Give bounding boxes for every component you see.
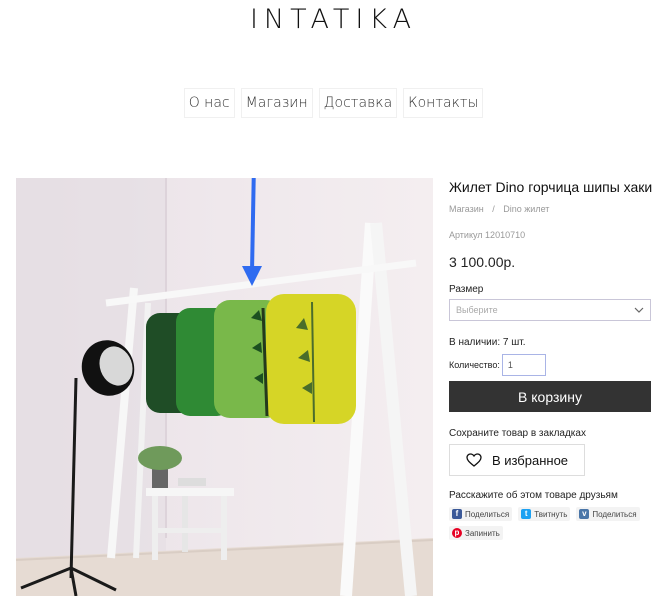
quantity-input[interactable]: 1	[501, 354, 546, 376]
chevron-down-icon	[634, 307, 644, 313]
nav-shop[interactable]: Магазин	[240, 88, 313, 118]
pinterest-icon: p	[452, 528, 462, 538]
breadcrumb: Магазин / Dino жилет	[449, 204, 653, 214]
quantity-row: Количество: 1	[449, 354, 653, 376]
site-logo[interactable]: INTATIKA	[0, 4, 667, 35]
product-info: Жилет Dino горчица шипы хаки Магазин / D…	[449, 178, 653, 540]
product-title: Жилет Dino горчица шипы хаки	[449, 179, 653, 195]
breadcrumb-separator: /	[492, 204, 495, 214]
product-photo[interactable]	[16, 178, 433, 596]
share-twitter-button[interactable]: t Твитнуть	[518, 507, 571, 521]
facebook-icon: f	[452, 509, 462, 519]
size-select[interactable]: Выберите	[449, 299, 651, 321]
share-pinterest-label: Запинить	[465, 528, 500, 538]
product-price: 3 100.00р.	[449, 254, 516, 270]
main-nav: О нас Магазин Доставка Контакты	[0, 88, 667, 118]
heart-icon	[466, 453, 482, 467]
nav-about[interactable]: О нас	[183, 88, 235, 118]
size-label: Размер	[449, 284, 484, 295]
share-buttons: f Поделиться t Твитнуть v Поделиться p З…	[449, 507, 653, 540]
share-twitter-label: Твитнуть	[534, 509, 568, 519]
stock-status: В наличии: 7 шт.	[449, 337, 526, 348]
favorite-button-label: В избранное	[491, 452, 569, 468]
favorite-button[interactable]: В избранное	[449, 444, 585, 476]
vk-icon: v	[579, 509, 590, 519]
nav-delivery[interactable]: Доставка	[318, 88, 398, 118]
share-facebook-label: Поделиться	[465, 509, 510, 519]
bookmark-label: Сохраните товар в закладках	[449, 428, 586, 439]
twitter-icon: t	[521, 509, 532, 519]
size-select-value: Выберите	[456, 305, 498, 315]
breadcrumb-category[interactable]: Dino жилет	[503, 204, 549, 214]
breadcrumb-shop[interactable]: Магазин	[449, 204, 484, 214]
add-to-cart-button[interactable]: В корзину	[449, 381, 651, 412]
share-label: Расскажите об этом товаре друзьям	[449, 490, 618, 501]
share-facebook-button[interactable]: f Поделиться	[449, 507, 513, 521]
share-vk-button[interactable]: v Поделиться	[576, 507, 640, 521]
share-pinterest-button[interactable]: p Запинить	[449, 526, 503, 540]
quantity-label: Количество:	[449, 360, 500, 370]
nav-contacts[interactable]: Контакты	[403, 88, 484, 118]
share-vk-label: Поделиться	[592, 509, 637, 519]
product-sku: Артикул 12010710	[449, 230, 526, 240]
